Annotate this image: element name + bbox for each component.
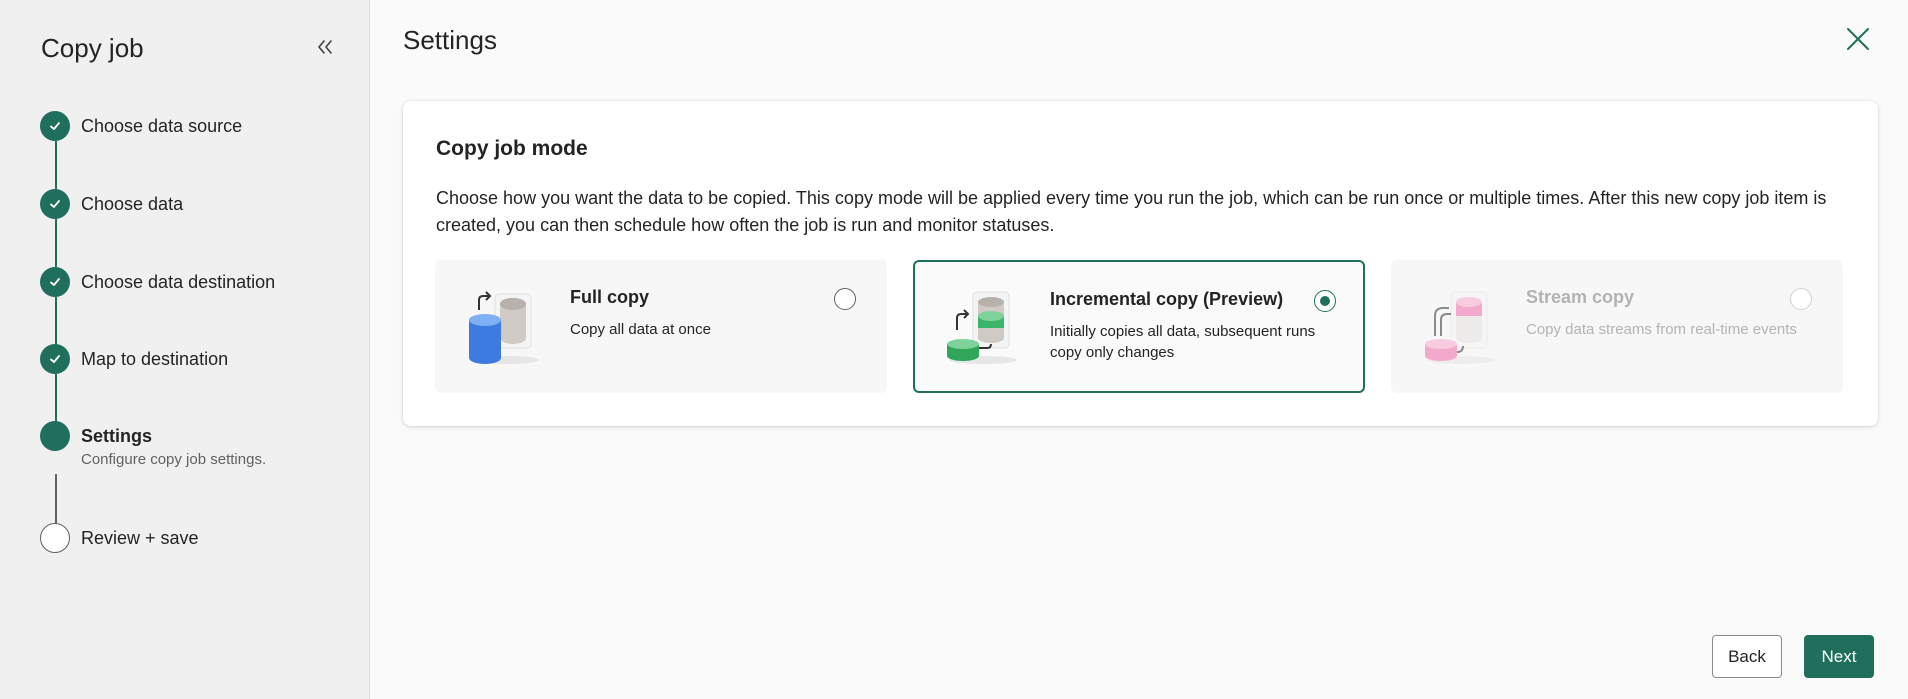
step-complete-indicator [40, 267, 70, 297]
sidebar-title: Copy job [41, 33, 144, 63]
step-label: Choose data destination [81, 272, 276, 292]
option-description: Copy data streams from real-time events [1526, 321, 1797, 338]
step-choose-data-source[interactable]: Choose data source [40, 111, 242, 141]
option-incremental-copy[interactable]: Incremental copy (Preview) Initially cop… [913, 260, 1365, 393]
step-complete-indicator [40, 189, 70, 219]
option-full-copy[interactable]: Full copy Copy all data at once [435, 260, 887, 393]
step-connector [55, 141, 57, 189]
close-button[interactable] [1841, 22, 1875, 56]
checkmark-icon [50, 355, 60, 363]
step-connector [55, 297, 57, 345]
full-copy-icon [469, 291, 539, 364]
option-title: Stream copy [1526, 287, 1635, 307]
step-sublabel: Configure copy job settings. [81, 451, 267, 468]
step-choose-data-destination[interactable]: Choose data destination [40, 267, 275, 297]
option-title: Full copy [570, 287, 650, 307]
stream-copy-radio [1790, 288, 1812, 310]
step-connector [55, 474, 57, 523]
checkmark-icon [50, 278, 60, 286]
step-pending-indicator [40, 523, 70, 553]
option-title: Incremental copy (Preview) [1050, 289, 1284, 309]
step-label: Settings [81, 426, 153, 446]
option-stream-copy: Stream copy Copy data streams from real-… [1391, 260, 1843, 393]
step-label: Choose data [81, 194, 184, 214]
step-connector [55, 219, 57, 267]
step-label: Map to destination [81, 349, 229, 369]
page-title: Settings [403, 25, 497, 55]
step-current-indicator [40, 421, 70, 451]
main-panel: Settings Copy job mode Choose how you wa… [371, 0, 1908, 699]
full-copy-radio[interactable] [834, 288, 856, 310]
step-label: Choose data source [81, 116, 243, 136]
card-title: Copy job mode [436, 137, 588, 160]
checkmark-icon [50, 122, 60, 130]
incremental-copy-radio[interactable] [1314, 290, 1336, 312]
wizard-sidebar: Copy job Choose data source Choose data … [0, 0, 370, 699]
step-review-save[interactable]: Review + save [40, 523, 199, 553]
incremental-copy-icon [947, 291, 1017, 364]
step-complete-indicator [40, 111, 70, 141]
step-map-to-destination[interactable]: Map to destination [40, 344, 228, 374]
back-button[interactable]: Back [1712, 635, 1782, 678]
step-complete-indicator [40, 344, 70, 374]
close-icon [1847, 28, 1869, 50]
step-settings[interactable]: Settings Configure copy job settings. [40, 421, 266, 468]
collapse-sidebar-button[interactable] [312, 34, 338, 60]
checkmark-icon [50, 200, 60, 208]
copy-mode-card: Copy job mode Choose how you want the da… [403, 101, 1878, 426]
stream-copy-icon [1425, 291, 1495, 364]
step-connector [55, 374, 57, 422]
card-description: Choose how you want the data to be copie… [436, 188, 1827, 235]
next-button[interactable]: Next [1804, 635, 1874, 678]
option-description: Copy all data at once [570, 321, 711, 338]
option-description: Initially copies all data, subsequent ru… [1050, 323, 1316, 361]
step-label: Review + save [81, 528, 199, 548]
step-choose-data[interactable]: Choose data [40, 189, 183, 219]
double-chevron-left-icon [318, 40, 332, 54]
